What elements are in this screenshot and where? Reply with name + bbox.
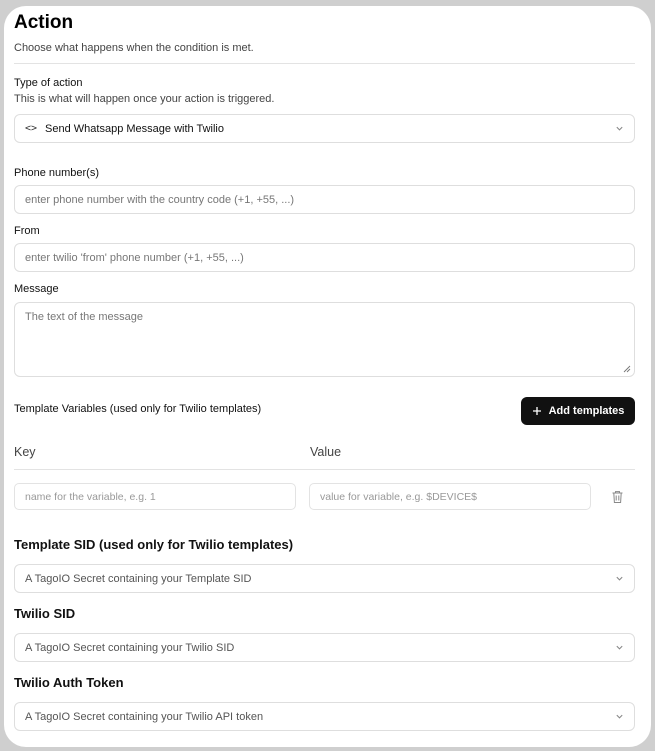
action-type-select[interactable]: <> Send Whatsapp Message with Twilio bbox=[14, 114, 635, 143]
message-textarea[interactable]: The text of the message bbox=[14, 302, 635, 377]
template-key-input[interactable]: name for the variable, e.g. 1 bbox=[14, 483, 296, 510]
value-column-header: Value bbox=[310, 445, 342, 459]
template-sid-select[interactable]: A TagoIO Secret containing your Template… bbox=[14, 564, 635, 593]
page-title: Action bbox=[14, 12, 74, 33]
message-placeholder: The text of the message bbox=[25, 311, 144, 323]
code-icon: <> bbox=[25, 123, 38, 134]
template-sid-placeholder: A TagoIO Secret containing your Template… bbox=[25, 572, 252, 585]
twilio-sid-label: Twilio SID bbox=[14, 606, 76, 621]
chevron-down-icon bbox=[614, 574, 624, 584]
add-templates-label: Add templates bbox=[548, 405, 625, 417]
twilio-sid-select[interactable]: A TagoIO Secret containing your Twilio S… bbox=[14, 633, 635, 662]
add-templates-button[interactable]: Add templates bbox=[521, 397, 635, 425]
twilio-token-select[interactable]: A TagoIO Secret containing your Twilio A… bbox=[14, 702, 635, 731]
template-key-placeholder: name for the variable, e.g. 1 bbox=[25, 490, 156, 503]
plus-icon bbox=[532, 407, 541, 415]
message-label: Message bbox=[14, 283, 59, 295]
twilio-token-label: Twilio Auth Token bbox=[14, 675, 124, 690]
twilio-token-placeholder: A TagoIO Secret containing your Twilio A… bbox=[25, 710, 264, 723]
phone-placeholder: enter phone number with the country code… bbox=[25, 193, 295, 206]
action-type-label: Type of action bbox=[14, 77, 83, 89]
phone-label: Phone number(s) bbox=[14, 167, 99, 179]
page-subtitle: Choose what happens when the condition i… bbox=[14, 42, 254, 54]
phone-input[interactable]: enter phone number with the country code… bbox=[14, 185, 635, 214]
twilio-sid-placeholder: A TagoIO Secret containing your Twilio S… bbox=[25, 641, 235, 654]
trash-icon[interactable] bbox=[611, 490, 624, 504]
action-panel: Action Choose what happens when the cond… bbox=[4, 6, 651, 747]
chevron-down-icon bbox=[614, 712, 624, 722]
from-label: From bbox=[14, 225, 40, 237]
from-placeholder: enter twilio 'from' phone number (+1, +5… bbox=[25, 251, 244, 264]
chevron-down-icon bbox=[614, 124, 624, 134]
key-column-header: Key bbox=[14, 445, 36, 459]
template-value-input[interactable]: value for variable, e.g. $DEVICE$ bbox=[309, 483, 591, 510]
template-value-placeholder: value for variable, e.g. $DEVICE$ bbox=[320, 490, 477, 503]
action-type-selected: Send Whatsapp Message with Twilio bbox=[45, 122, 224, 135]
template-vars-divider bbox=[14, 469, 635, 470]
resize-grip-icon[interactable] bbox=[623, 365, 631, 373]
chevron-down-icon bbox=[614, 643, 624, 653]
action-type-select-content: <> Send Whatsapp Message with Twilio bbox=[25, 123, 224, 135]
template-vars-label: Template Variables (used only for Twilio… bbox=[14, 403, 262, 415]
header-divider bbox=[14, 63, 635, 64]
from-input[interactable]: enter twilio 'from' phone number (+1, +5… bbox=[14, 243, 635, 272]
action-type-help: This is what will happen once your actio… bbox=[14, 93, 275, 105]
template-sid-label: Template SID (used only for Twilio templ… bbox=[14, 537, 294, 552]
